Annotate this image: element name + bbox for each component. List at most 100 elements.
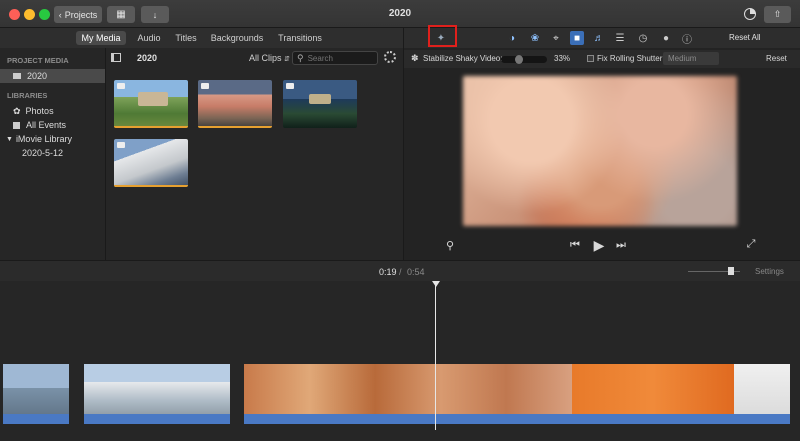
noise-reduction-icon[interactable]: ☰ <box>613 31 627 45</box>
used-clip-indicator <box>114 126 188 128</box>
tab-my-media[interactable]: My Media <box>76 31 126 45</box>
close-window-button[interactable] <box>9 9 20 20</box>
updown-icon: ⇵ <box>284 56 290 63</box>
sidebar-toggle-icon[interactable] <box>111 53 121 62</box>
spinner-icon: ✽ <box>411 53 419 63</box>
volume-icon[interactable]: ♬ <box>592 31 606 45</box>
sidebar-item-project[interactable]: 2020 <box>0 69 105 83</box>
color-balance-icon[interactable]: ◑ <box>505 31 519 45</box>
media-browser: 2020 All Clips ⇵ ⚲ <box>106 48 403 260</box>
enhance-button[interactable] <box>744 8 756 20</box>
search-input[interactable] <box>307 53 376 63</box>
tab-transitions[interactable]: Transitions <box>274 31 326 45</box>
media-browser-tabs: My Media Audio Titles Backgrounds Transi… <box>0 28 403 48</box>
camera-icon <box>117 83 125 89</box>
stabilization-row: ✽ Stabilize Shaky Video: 33% Fix Rolling… <box>404 50 800 68</box>
title-bar: ‹ Projects ▦ ↓ 2020 ⇧ <box>0 0 800 28</box>
current-time: 0:19 <box>379 267 397 277</box>
time-separator: / <box>399 267 402 277</box>
audio-waveform <box>84 414 230 424</box>
tab-titles[interactable]: Titles <box>171 31 201 45</box>
timeline-clip[interactable] <box>244 364 572 424</box>
speed-icon[interactable]: ◷ <box>636 31 650 45</box>
libraries-heading: LIBRARIES <box>7 91 48 100</box>
video-preview <box>463 76 737 226</box>
zoom-slider-knob[interactable] <box>728 267 734 275</box>
slider-knob[interactable] <box>515 55 523 64</box>
reset-all-button[interactable]: Reset All <box>729 33 761 42</box>
audio-waveform <box>244 414 572 424</box>
clip-filter-select[interactable]: All Clips ⇵ <box>249 53 290 63</box>
gear-icon[interactable] <box>384 51 396 63</box>
search-field[interactable]: ⚲ <box>292 51 378 65</box>
timeline-clip[interactable] <box>84 364 230 424</box>
next-icon[interactable]: ⏭ <box>615 239 627 251</box>
used-clip-indicator <box>114 185 188 187</box>
timeline-panel: 0:19 / 0:54 Settings <box>0 260 800 441</box>
stabilize-value: 33% <box>554 54 571 63</box>
timeline-header: 0:19 / 0:54 Settings <box>0 261 800 281</box>
previous-icon[interactable]: ⏮ <box>569 239 581 251</box>
fullscreen-icon[interactable]: ⤢ <box>745 238 757 250</box>
playhead-handle[interactable] <box>432 281 440 287</box>
highlight-box <box>428 25 457 47</box>
media-clip-thumbnail[interactable] <box>114 80 188 128</box>
chevron-left-icon: ‹ <box>58 9 62 20</box>
disclosure-triangle-icon: ▼ <box>6 135 13 143</box>
project-media-heading: PROJECT MEDIA <box>7 56 69 65</box>
tab-audio[interactable]: Audio <box>132 31 166 45</box>
search-icon: ⚲ <box>297 52 304 63</box>
used-clip-indicator <box>198 126 272 128</box>
film-icon <box>13 73 21 79</box>
adjustments-bar: ✦ ◑ ❀ ⌖ ■ ♬ ☰ ◷ ● ⓘ Reset All <box>404 28 800 48</box>
media-clip-thumbnail[interactable] <box>198 80 272 128</box>
star-icon <box>13 121 20 129</box>
share-button[interactable]: ⇧ <box>764 6 791 23</box>
sidebar-item-photos[interactable]: ✿ Photos <box>0 104 105 118</box>
libraries-sidebar: PROJECT MEDIA 2020 LIBRARIES ✿ Photos Al… <box>0 48 106 260</box>
camera-icon <box>117 142 125 148</box>
sidebar-item-all-events[interactable]: All Events <box>0 118 105 132</box>
media-clip-thumbnail[interactable] <box>283 80 357 128</box>
browser-toolbar: 2020 All Clips ⇵ ⚲ <box>106 48 403 68</box>
total-time: 0:54 <box>407 267 425 277</box>
tab-backgrounds[interactable]: Backgrounds <box>208 31 266 45</box>
fix-rolling-label: Fix Rolling Shutter: <box>597 54 665 63</box>
audio-waveform <box>734 414 790 424</box>
zoom-slider[interactable] <box>688 267 740 275</box>
event-title: 2020 <box>137 53 158 63</box>
media-clip-thumbnail[interactable] <box>114 139 188 187</box>
clip-filter-icon[interactable]: ● <box>659 31 673 45</box>
info-icon[interactable]: ⓘ <box>680 31 694 46</box>
photos-icon: ✿ <box>13 105 21 116</box>
reset-button[interactable]: Reset <box>766 54 787 63</box>
audio-waveform <box>3 414 69 424</box>
timeline-clip[interactable] <box>572 364 734 424</box>
layout-icon: ▦ <box>116 9 126 20</box>
share-icon: ⇧ <box>773 9 782 19</box>
playhead[interactable] <box>435 282 436 430</box>
timeline-clip[interactable] <box>3 364 69 424</box>
stabilize-checkbox-label[interactable]: Stabilize Shaky Video: <box>423 54 502 63</box>
rolling-shutter-select[interactable]: Medium <box>663 52 719 65</box>
microphone-icon[interactable]: ⚲ <box>444 238 456 252</box>
minimize-window-button[interactable] <box>24 9 35 20</box>
projects-button[interactable]: ‹ Projects <box>54 6 102 23</box>
layout-button[interactable]: ▦ <box>107 6 135 23</box>
stabilize-slider[interactable] <box>501 55 547 64</box>
audio-waveform <box>572 414 734 424</box>
viewer-panel: ✦ ◑ ❀ ⌖ ■ ♬ ☰ ◷ ● ⓘ Reset All ✽ Stabiliz… <box>403 28 800 260</box>
color-correction-icon[interactable]: ❀ <box>528 31 542 45</box>
import-button[interactable]: ↓ <box>141 6 169 23</box>
stabilization-icon[interactable]: ■ <box>570 31 584 45</box>
sidebar-item-event[interactable]: 2020-5-12 <box>0 146 105 160</box>
settings-button[interactable]: Settings <box>755 267 784 276</box>
sidebar-item-imovie-library[interactable]: ▼ iMovie Library <box>0 132 105 146</box>
camera-icon <box>201 83 209 89</box>
crop-icon[interactable]: ⌖ <box>549 31 563 45</box>
zoom-window-button[interactable] <box>39 9 50 20</box>
import-arrow-icon: ↓ <box>152 9 158 20</box>
fix-rolling-checkbox[interactable] <box>587 55 594 62</box>
timeline-clip[interactable] <box>734 364 790 424</box>
play-icon[interactable]: ▶ <box>592 237 606 253</box>
